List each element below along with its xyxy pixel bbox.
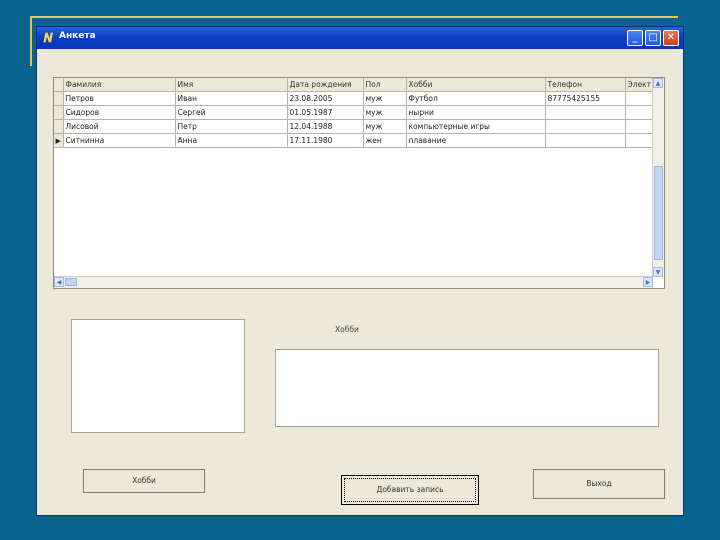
table-cell[interactable]: Ситнинна: [63, 133, 176, 148]
table-cell[interactable]: Анна: [175, 133, 288, 148]
column-header[interactable]: Имя: [175, 78, 288, 92]
table-cell[interactable]: [545, 133, 626, 148]
app-icon: 𝑵: [43, 31, 53, 45]
table-cell[interactable]: жен: [363, 133, 407, 148]
table-cell[interactable]: плавание: [406, 133, 546, 148]
hobby-text-area[interactable]: [275, 349, 659, 427]
table-cell[interactable]: Сергей: [175, 105, 288, 120]
table-cell[interactable]: Иван: [175, 91, 288, 106]
window-title: Анкета: [59, 31, 96, 41]
table-cell[interactable]: муж: [363, 91, 407, 106]
column-header[interactable]: Дата рождения: [287, 78, 364, 92]
vertical-scrollbar[interactable]: ▲ ▼: [652, 78, 664, 277]
table-cell[interactable]: нырни: [406, 105, 546, 120]
anketa-window: 𝑵 Анкета _ □ ✕ Фамилия Имя Дата рождения…: [36, 26, 684, 516]
title-bar[interactable]: 𝑵 Анкета _ □ ✕: [37, 27, 683, 49]
exit-button[interactable]: Выход: [533, 469, 665, 499]
column-header[interactable]: Фамилия: [63, 78, 176, 92]
hobby-label: Хобби: [335, 325, 359, 334]
table-cell[interactable]: 87775425155: [545, 91, 626, 106]
table-cell[interactable]: Петров: [63, 91, 176, 106]
vertical-scroll-thumb[interactable]: [654, 166, 663, 260]
scroll-down-icon[interactable]: ▼: [653, 267, 663, 277]
current-row-indicator-icon: ▶: [54, 133, 64, 148]
maximize-button[interactable]: □: [645, 30, 661, 46]
row-indicator: [54, 119, 64, 134]
table-cell[interactable]: 12.04.1988: [287, 119, 364, 134]
records-table: Фамилия Имя Дата рождения Пол Хобби Теле…: [54, 78, 656, 148]
column-header[interactable]: Элект: [625, 78, 656, 92]
slide-divider-left: [30, 16, 32, 66]
column-header[interactable]: Пол: [363, 78, 407, 92]
slide-divider-top: [30, 16, 678, 18]
add-record-button[interactable]: Добавить запись: [341, 475, 479, 505]
table-cell[interactable]: компьютерные игры: [406, 119, 546, 134]
horizontal-scrollbar[interactable]: ◀ ▶: [54, 276, 653, 288]
records-grid[interactable]: Фамилия Имя Дата рождения Пол Хобби Теле…: [53, 77, 665, 289]
table-cell[interactable]: [625, 91, 656, 106]
minimize-button[interactable]: _: [627, 30, 643, 46]
table-cell[interactable]: Футбол: [406, 91, 546, 106]
scroll-right-icon[interactable]: ▶: [643, 277, 653, 287]
hobby-button[interactable]: Хобби: [83, 469, 205, 493]
hobby-button-label: Хобби: [132, 476, 156, 485]
header-row: Фамилия Имя Дата рождения Пол Хобби Теле…: [54, 78, 656, 92]
column-header[interactable]: Хобби: [406, 78, 546, 92]
table-cell[interactable]: 01.05.1987: [287, 105, 364, 120]
column-header[interactable]: Телефон: [545, 78, 626, 92]
table-cell[interactable]: муж: [363, 119, 407, 134]
table-row[interactable]: ▶ Ситнинна Анна 17.11.1980 жен плавание: [54, 133, 656, 148]
table-row[interactable]: Сидоров Сергей 01.05.1987 муж нырни: [54, 105, 656, 120]
scroll-up-icon[interactable]: ▲: [653, 78, 663, 88]
horizontal-scroll-thumb[interactable]: [65, 278, 77, 286]
table-cell[interactable]: Лисовой: [63, 119, 176, 134]
table-cell[interactable]: Петр: [175, 119, 288, 134]
table-cell[interactable]: муж: [363, 105, 407, 120]
table-cell[interactable]: Сидоров: [63, 105, 176, 120]
table-cell[interactable]: 23.08.2005: [287, 91, 364, 106]
row-indicator: [54, 91, 64, 106]
table-cell[interactable]: 17.11.1980: [287, 133, 364, 148]
table-cell[interactable]: [545, 119, 626, 134]
table-cell[interactable]: [625, 119, 656, 134]
scroll-left-icon[interactable]: ◀: [54, 277, 64, 287]
row-indicator: [54, 105, 64, 120]
indicator-header: [54, 78, 64, 92]
exit-button-label: Выход: [586, 479, 612, 488]
table-cell[interactable]: [545, 105, 626, 120]
table-row[interactable]: Петров Иван 23.08.2005 муж Футбол 877754…: [54, 91, 656, 106]
table-cell[interactable]: [625, 133, 656, 148]
table-cell[interactable]: [625, 105, 656, 120]
close-button[interactable]: ✕: [663, 30, 679, 46]
add-record-button-label: Добавить запись: [376, 485, 444, 494]
photo-box: [71, 319, 245, 433]
table-row[interactable]: Лисовой Петр 12.04.1988 муж компьютерные…: [54, 119, 656, 134]
